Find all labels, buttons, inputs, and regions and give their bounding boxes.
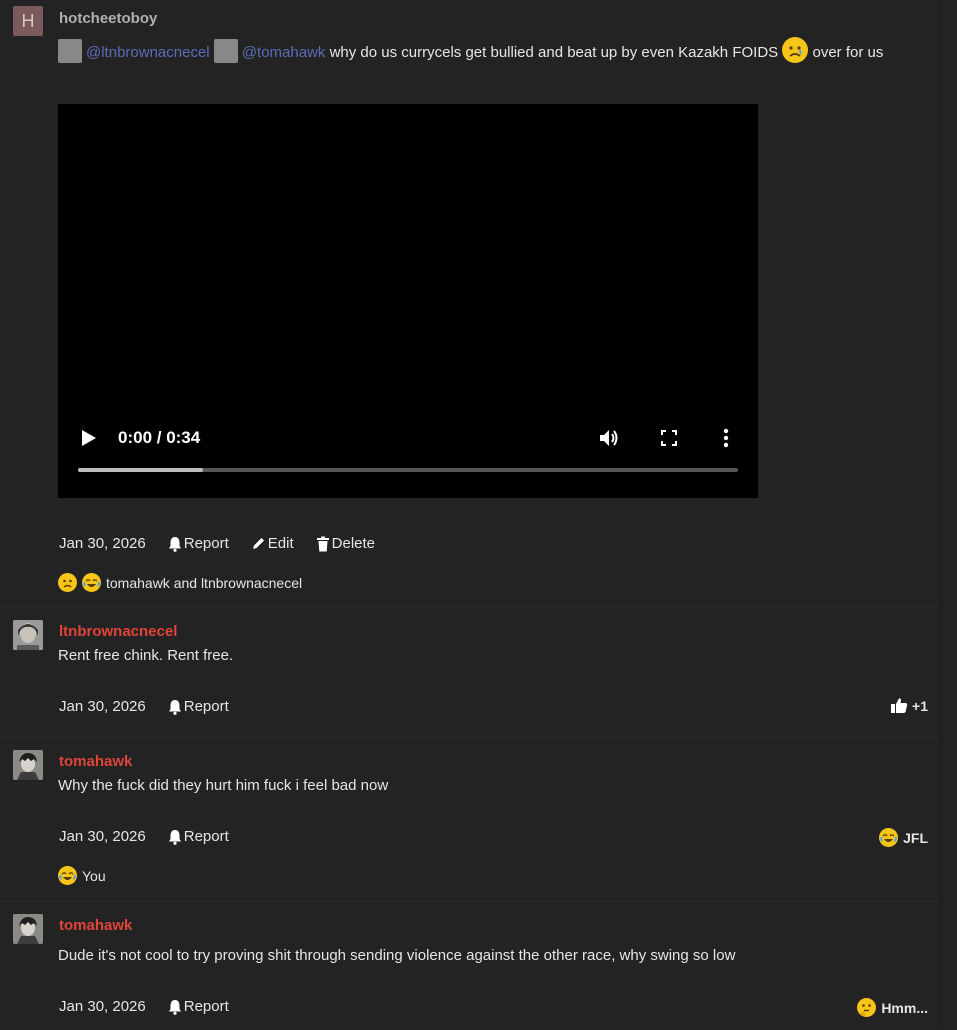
username[interactable]: tomahawk bbox=[59, 753, 132, 770]
reaction-users[interactable]: tomahawk and ltnbrownacnecel bbox=[106, 575, 302, 591]
post: tomahawk Dude it's not cool to try provi… bbox=[0, 902, 940, 1030]
post: H hotcheetoboy @ltnbrownacnecel @tomahaw… bbox=[0, 0, 940, 607]
more-options-icon[interactable] bbox=[722, 428, 730, 452]
post-date[interactable]: Jan 30, 2026 bbox=[59, 998, 146, 1015]
post-text: why do us currycels get bullied and beat… bbox=[325, 44, 783, 61]
post-date[interactable]: Jan 30, 2026 bbox=[59, 828, 146, 845]
report-button[interactable]: Report bbox=[168, 998, 229, 1015]
report-label: Report bbox=[183, 698, 229, 715]
report-label: Report bbox=[183, 828, 229, 845]
avatar[interactable] bbox=[13, 914, 43, 944]
delete-label: Delete bbox=[331, 535, 375, 552]
report-button[interactable]: Report bbox=[168, 535, 229, 552]
reaction-summary[interactable]: JFL bbox=[879, 828, 928, 847]
volume-icon[interactable] bbox=[598, 427, 620, 453]
post-body: Why the fuck did they hurt him fuck i fe… bbox=[58, 777, 389, 794]
reaction-users[interactable]: You bbox=[82, 868, 106, 884]
fullscreen-icon[interactable] bbox=[660, 429, 678, 451]
mention-avatar bbox=[213, 39, 238, 63]
post-meta: Jan 30, 2026 Report bbox=[59, 998, 251, 1015]
video-time: 0:00 / 0:34 bbox=[118, 428, 201, 447]
reaction-list[interactable]: You bbox=[58, 866, 106, 885]
thinking-emoji-icon bbox=[857, 998, 877, 1017]
play-icon[interactable] bbox=[80, 428, 98, 452]
crying-laughing-emoji-icon bbox=[82, 573, 101, 592]
mention-link[interactable]: @tomahawk bbox=[242, 44, 326, 61]
post: tomahawk Why the fuck did they hurt him … bbox=[0, 738, 940, 902]
post-meta: Jan 30, 2026 Report Edit Delete bbox=[59, 535, 397, 552]
reaction-summary[interactable]: Hmm... bbox=[857, 998, 928, 1017]
video-progress-fill bbox=[78, 468, 204, 472]
post-date[interactable]: Jan 30, 2026 bbox=[59, 698, 146, 715]
post-body: @ltnbrownacnecel @tomahawk why do us cur… bbox=[58, 37, 920, 64]
trash-icon bbox=[316, 536, 329, 551]
report-label: Report bbox=[183, 998, 229, 1015]
thumbs-up-icon bbox=[891, 698, 908, 713]
avatar[interactable]: H bbox=[13, 6, 43, 36]
username[interactable]: ltnbrownacnecel bbox=[59, 623, 177, 640]
pencil-icon bbox=[252, 538, 264, 549]
post-meta: Jan 30, 2026 Report bbox=[59, 828, 251, 845]
post-text: over for us bbox=[808, 44, 884, 61]
bell-icon bbox=[168, 999, 181, 1015]
reaction-label: Hmm... bbox=[881, 999, 928, 1016]
edit-label: Edit bbox=[267, 535, 294, 552]
username[interactable]: tomahawk bbox=[59, 917, 132, 934]
post-body: Rent free chink. Rent free. bbox=[58, 647, 234, 664]
post: ltnbrownacnecel Rent free chink. Rent fr… bbox=[0, 607, 940, 738]
delete-button[interactable]: Delete bbox=[316, 535, 375, 552]
report-label: Report bbox=[183, 535, 229, 552]
reaction-count: +1 bbox=[912, 697, 928, 714]
crying-laughing-emoji-icon bbox=[58, 866, 77, 885]
bell-icon bbox=[168, 829, 181, 845]
post-date[interactable]: Jan 30, 2026 bbox=[59, 535, 146, 552]
sad-emoji-icon bbox=[782, 37, 809, 63]
report-button[interactable]: Report bbox=[168, 828, 229, 845]
mention-link[interactable]: @ltnbrownacnecel bbox=[86, 44, 210, 61]
sad-emoji-icon bbox=[58, 573, 77, 592]
bell-icon bbox=[168, 699, 181, 715]
username[interactable]: hotcheetoboy bbox=[59, 10, 157, 27]
avatar[interactable] bbox=[13, 620, 43, 650]
bell-icon bbox=[168, 536, 181, 552]
crying-laughing-emoji-icon bbox=[879, 828, 899, 847]
post-meta: Jan 30, 2026 Report bbox=[59, 698, 251, 715]
mention-avatar bbox=[58, 39, 82, 63]
thread: H hotcheetoboy @ltnbrownacnecel @tomahaw… bbox=[0, 0, 941, 1027]
reaction-summary[interactable]: +1 bbox=[890, 697, 928, 714]
avatar[interactable] bbox=[13, 750, 43, 780]
reaction-list[interactable]: tomahawk and ltnbrownacnecel bbox=[58, 573, 302, 592]
video-progress-bar[interactable] bbox=[78, 468, 738, 472]
video-player[interactable]: 0:00 / 0:34 bbox=[58, 104, 758, 498]
post-body: Dude it's not cool to try proving shit t… bbox=[58, 947, 736, 964]
reaction-label: JFL bbox=[903, 829, 928, 846]
edit-button[interactable]: Edit bbox=[251, 535, 294, 552]
report-button[interactable]: Report bbox=[168, 698, 229, 715]
